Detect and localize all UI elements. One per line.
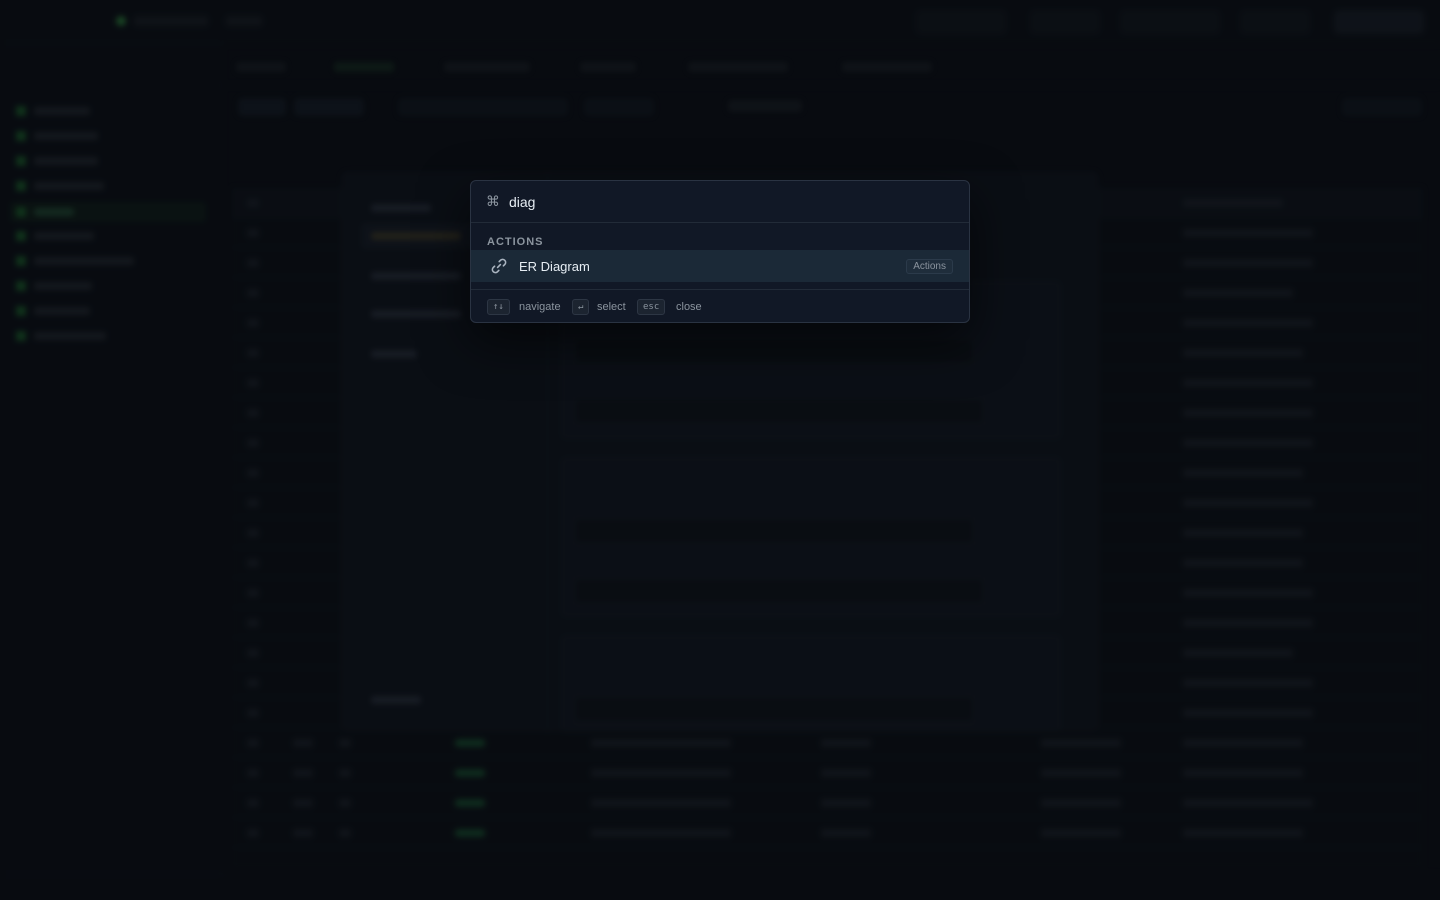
select-key-hint: ↵ bbox=[572, 299, 590, 315]
close-key-hint: esc bbox=[637, 299, 666, 315]
command-palette: ⌘ ACTIONS ER Diagram Actions ↑↓ navigate… bbox=[470, 180, 970, 323]
command-key-icon: ⌘ bbox=[486, 194, 500, 210]
palette-result-er-diagram[interactable]: ER Diagram Actions bbox=[471, 250, 969, 282]
link-icon bbox=[489, 256, 509, 276]
palette-result-category-badge: Actions bbox=[906, 259, 953, 274]
palette-search-row: ⌘ bbox=[471, 181, 969, 223]
palette-search-input[interactable] bbox=[509, 191, 949, 213]
modal-scrim[interactable] bbox=[0, 0, 1440, 900]
navigate-key-hint: ↑↓ bbox=[487, 299, 510, 315]
select-hint-label: select bbox=[597, 301, 626, 313]
palette-section-title: ACTIONS bbox=[487, 236, 544, 248]
navigate-hint-label: navigate bbox=[519, 301, 561, 313]
palette-result-label: ER Diagram bbox=[519, 259, 590, 274]
palette-footer: ↑↓ navigate ↵ select esc close bbox=[471, 289, 969, 322]
close-hint-label: close bbox=[676, 301, 702, 313]
